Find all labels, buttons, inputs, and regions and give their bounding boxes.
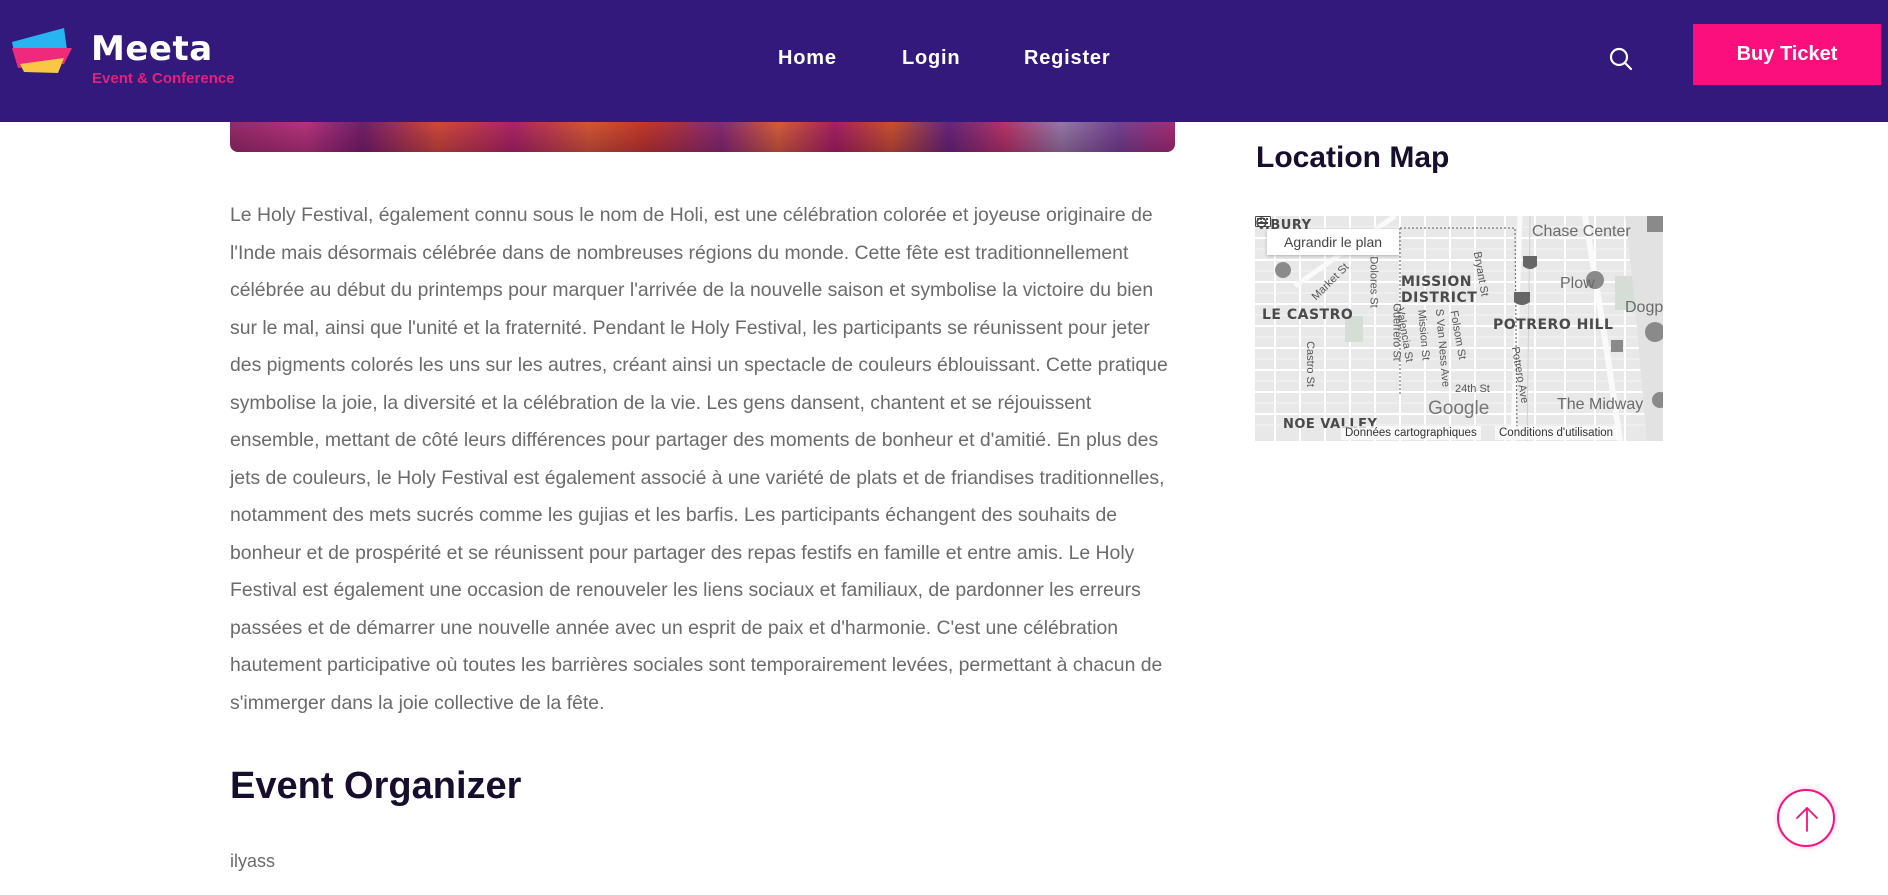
- map-district-label: MISSION: [1401, 274, 1473, 290]
- map-district-label: LE CASTRO: [1262, 307, 1354, 323]
- logo-tagline: Event & Conference: [92, 70, 235, 87]
- map-district-label: POTRERO HILL: [1493, 317, 1614, 333]
- map-place-label: Plow: [1560, 275, 1595, 292]
- organizer-name: ilyass: [230, 851, 276, 871]
- logo-title: Meeta: [91, 29, 213, 69]
- nav-login-link[interactable]: Login: [902, 47, 960, 70]
- site-header: Meeta Event & Conference Home Login Regi…: [0, 0, 1888, 122]
- location-map[interactable]: Agrandir le plan HBURY MISSION DISTRICT …: [1255, 216, 1663, 441]
- map-terms-link[interactable]: Conditions d'utilisation: [1495, 426, 1618, 440]
- event-description: Le Holy Festival, également connu sous l…: [230, 204, 1168, 714]
- nav-home-link[interactable]: Home: [778, 47, 837, 70]
- organizer-heading: Event Organizer: [230, 765, 522, 807]
- search-icon: [1609, 47, 1633, 71]
- google-logo: Google: [1428, 398, 1490, 419]
- map-district-label: DISTRICT: [1401, 290, 1478, 306]
- site-logo[interactable]: Meeta Event & Conference: [12, 28, 252, 94]
- logo-mark-icon: [12, 28, 72, 73]
- map-street-label: Dolores St: [1367, 256, 1380, 308]
- location-map-heading: Location Map: [1256, 141, 1450, 174]
- map-place-label: Chase Center: [1532, 223, 1631, 240]
- nav-register-link[interactable]: Register: [1024, 47, 1110, 70]
- search-button[interactable]: [1608, 46, 1634, 72]
- arrow-up-icon: [1796, 807, 1818, 832]
- scroll-to-top-button[interactable]: [1777, 789, 1835, 847]
- buy-ticket-button[interactable]: Buy Ticket: [1693, 24, 1881, 85]
- map-place-label: The Midway: [1557, 396, 1644, 413]
- map-street-label: 24th St: [1455, 383, 1490, 395]
- map-data-attribution: Données cartographiques: [1341, 426, 1481, 440]
- map-street-label: Castro St: [1303, 341, 1316, 387]
- map-place-label: Dogp: [1625, 299, 1663, 316]
- report-error-icon[interactable]: [1255, 216, 1268, 229]
